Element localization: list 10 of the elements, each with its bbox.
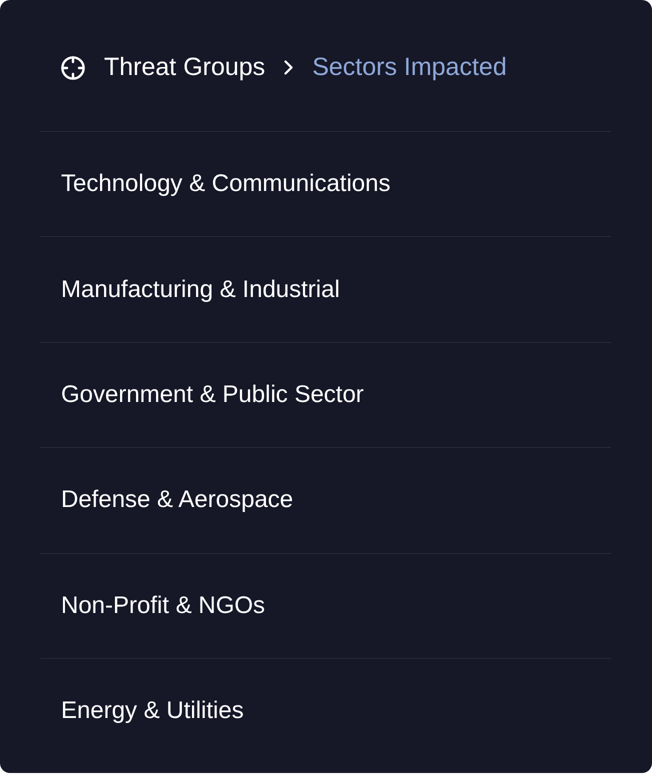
sector-item[interactable]: Energy & Utilities [40,658,611,764]
breadcrumb-link[interactable]: Threat Groups [104,53,266,82]
sector-item[interactable]: Manufacturing & Industrial [40,236,611,342]
chevron-right-icon [284,60,294,75]
sector-item[interactable]: Defense & Aerospace [40,447,611,553]
sector-item[interactable]: Technology & Communications [40,131,611,236]
breadcrumb-link[interactable]: Sectors Impacted [312,53,507,82]
sector-item[interactable]: Government & Public Sector [40,342,611,448]
sector-item[interactable]: Non-Profit & NGOs [40,552,611,658]
crosshair-icon [61,56,85,80]
